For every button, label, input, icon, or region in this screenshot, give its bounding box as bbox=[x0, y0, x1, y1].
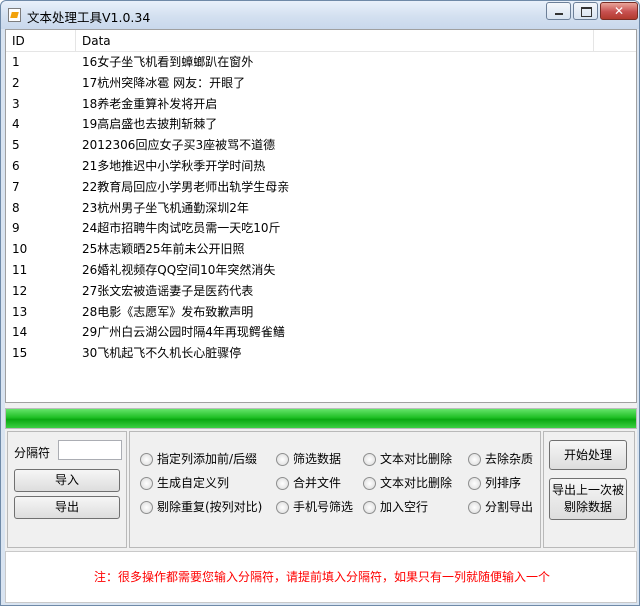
radio-circle-icon[interactable] bbox=[140, 501, 153, 514]
radio-circle-icon[interactable] bbox=[363, 477, 376, 490]
export-removed-label-line1: 导出上一次被 bbox=[551, 483, 624, 497]
option-label: 文本对比删除 bbox=[380, 452, 453, 466]
table-row[interactable]: 3 18养老金重算补发将开启 bbox=[6, 94, 636, 115]
row-data: 26婚礼视频存QQ空间10年突然消失 bbox=[82, 262, 276, 277]
table-row[interactable]: 14 29广州白云湖公园时隔4年再现鳄雀鳝 bbox=[6, 322, 636, 343]
radio-circle-icon[interactable] bbox=[276, 501, 289, 514]
table-row[interactable]: 6 21多地推迟中小学秋季开学时间热 bbox=[6, 156, 636, 177]
table-row[interactable]: 15 30飞机起飞不久机长心脏骤停 bbox=[6, 343, 636, 364]
row-id: 4 bbox=[12, 117, 20, 132]
start-processing-button[interactable]: 开始处理 bbox=[549, 440, 627, 470]
listview-header: ID Data bbox=[6, 30, 636, 52]
table-row[interactable]: 9 24超市招聘牛肉试吃员需一天吃10斤 bbox=[6, 218, 636, 239]
column-header-id[interactable]: ID bbox=[6, 30, 76, 52]
row-data: 19高启盛也去披荆斩棘了 bbox=[82, 117, 218, 132]
row-id: 7 bbox=[12, 179, 20, 194]
option-label: 手机号筛选 bbox=[293, 500, 354, 514]
row-data: 23杭州男子坐飞机通勤深圳2年 bbox=[82, 200, 249, 215]
row-id: 10 bbox=[12, 242, 28, 257]
radio-circle-icon[interactable] bbox=[468, 453, 481, 466]
row-data: 28电影《志愿军》发布致歉声明 bbox=[82, 304, 254, 319]
option-label: 分割导出 bbox=[485, 500, 534, 514]
row-id: 3 bbox=[12, 96, 20, 111]
row-id: 14 bbox=[12, 325, 28, 340]
progress-bar bbox=[5, 408, 637, 429]
maximize-button[interactable] bbox=[573, 2, 598, 20]
row-data: 29广州白云湖公园时隔4年再现鳄雀鳝 bbox=[82, 325, 285, 340]
row-data: 17杭州突降冰雹 网友：开眼了 bbox=[82, 75, 246, 90]
option-label: 筛选数据 bbox=[293, 452, 342, 466]
row-id: 11 bbox=[12, 262, 28, 277]
row-id: 12 bbox=[12, 283, 28, 298]
row-id: 1 bbox=[12, 55, 20, 69]
table-row[interactable]: 10 25林志颖晒25年前未公开旧照 bbox=[6, 239, 636, 260]
close-button[interactable]: ✕ bbox=[600, 2, 638, 20]
note-bar: 注：很多操作都需要您输入分隔符，请提前填入分隔符，如果只有一列就随便输入一个 bbox=[5, 551, 637, 603]
row-data: 30飞机起飞不久机长心脏骤停 bbox=[82, 346, 242, 361]
row-id: 6 bbox=[12, 158, 20, 173]
row-data: 27张文宏被造谣妻子是医药代表 bbox=[82, 283, 254, 298]
minimize-button[interactable] bbox=[546, 2, 571, 20]
options-panel: 指定列添加前/后缀 筛选数据 文本对比删除 去除杂质 生成自定义列 合并文件 文本对比删除列… bbox=[129, 431, 541, 548]
table-row[interactable]: 4 19高启盛也去披荆斩棘了 bbox=[6, 114, 636, 135]
import-button[interactable]: 导入 bbox=[14, 469, 120, 492]
row-data: 22教育局回应小学男老师出轨学生母亲 bbox=[82, 179, 290, 194]
table-row[interactable]: 12 27张文宏被造谣妻子是医药代表 bbox=[6, 281, 636, 302]
data-listview[interactable]: ID Data 1 16女子坐飞机看到蟑螂趴在窗外 2 17杭州突降冰雹 网友：开眼了… bbox=[5, 29, 637, 403]
option-label: 生成自定义列 bbox=[157, 476, 230, 490]
row-data: 2012306回应女子买3座被骂不道德 bbox=[82, 138, 276, 153]
table-row[interactable]: 2 17杭州突降冰雹 网友：开眼了 bbox=[6, 73, 636, 94]
row-data: 21多地推迟中小学秋季开学时间热 bbox=[82, 158, 266, 173]
note-text: 注：很多操作都需要您输入分隔符，请提前填入分隔符，如果只有一列就随便输入一个 bbox=[93, 570, 550, 584]
app-icon bbox=[8, 8, 21, 22]
option-label: 文本对比删除 bbox=[380, 476, 453, 490]
radio-circle-icon[interactable] bbox=[363, 453, 376, 466]
separator-label: 分隔符 bbox=[14, 446, 51, 460]
action-panel: 开始处理 导出上一次被 剔除数据 bbox=[543, 431, 635, 548]
title-bar[interactable]: 文本处理工具V1.0.34 ✕ bbox=[1, 1, 639, 29]
option-label: 加入空行 bbox=[380, 500, 429, 514]
radio-circle-icon[interactable] bbox=[276, 453, 289, 466]
export-button[interactable]: 导出 bbox=[14, 496, 120, 519]
row-id: 9 bbox=[12, 221, 20, 236]
option-label: 列排序 bbox=[485, 476, 522, 490]
option-label: 指定列添加前/后缀 bbox=[157, 452, 258, 466]
row-id: 13 bbox=[12, 304, 28, 319]
table-row[interactable]: 5 2012306回应女子买3座被骂不道德 bbox=[6, 135, 636, 156]
row-data: 25林志颖晒25年前未公开旧照 bbox=[82, 242, 245, 257]
table-row[interactable]: 11 26婚礼视频存QQ空间10年突然消失 bbox=[6, 260, 636, 281]
row-id: 2 bbox=[12, 75, 20, 90]
progress-fill bbox=[6, 409, 636, 428]
row-data: 16女子坐飞机看到蟑螂趴在窗外 bbox=[82, 55, 254, 69]
table-row[interactable]: 13 28电影《志愿军》发布致歉声明 bbox=[6, 302, 636, 323]
row-id: 5 bbox=[12, 138, 20, 153]
option-label: 合并文件 bbox=[293, 476, 342, 490]
listview-rows: 1 16女子坐飞机看到蟑螂趴在窗外 2 17杭州突降冰雹 网友：开眼了 3 18养老金重算… bbox=[6, 52, 636, 364]
column-header-data[interactable]: Data bbox=[76, 30, 594, 52]
table-row[interactable]: 1 16女子坐飞机看到蟑螂趴在窗外 bbox=[6, 52, 636, 73]
radio-circle-icon[interactable] bbox=[140, 477, 153, 490]
row-id: 15 bbox=[12, 346, 28, 361]
row-data: 24超市招聘牛肉试吃员需一天吃10斤 bbox=[82, 221, 281, 236]
separator-input[interactable] bbox=[58, 440, 122, 460]
row-id: 8 bbox=[12, 200, 20, 215]
option-label: 剔除重复(按列对比) bbox=[157, 500, 263, 514]
row-data: 18养老金重算补发将开启 bbox=[82, 96, 218, 111]
app-window: 文本处理工具V1.0.34 ✕ ID Data 1 16女子坐飞机看到蟑螂趴在窗外… bbox=[0, 0, 640, 606]
option-label: 去除杂质 bbox=[485, 452, 534, 466]
client-area: ID Data 1 16女子坐飞机看到蟑螂趴在窗外 2 17杭州突降冰雹 网友：开眼了… bbox=[5, 29, 637, 603]
radio-circle-icon[interactable] bbox=[363, 501, 376, 514]
window-title: 文本处理工具V1.0.34 bbox=[27, 10, 151, 25]
export-removed-data-button[interactable]: 导出上一次被 剔除数据 bbox=[549, 478, 627, 520]
radio-circle-icon[interactable] bbox=[140, 453, 153, 466]
radio-circle-icon[interactable] bbox=[468, 501, 481, 514]
export-removed-label-line2: 剔除数据 bbox=[563, 500, 612, 514]
radio-circle-icon[interactable] bbox=[276, 477, 289, 490]
radio-circle-icon[interactable] bbox=[468, 477, 481, 490]
table-row[interactable]: 8 23杭州男子坐飞机通勤深圳2年 bbox=[6, 198, 636, 219]
separator-panel: 分隔符 导入 导出 bbox=[7, 431, 127, 548]
close-icon: ✕ bbox=[613, 4, 625, 18]
table-row[interactable]: 7 22教育局回应小学男老师出轨学生母亲 bbox=[6, 177, 636, 198]
